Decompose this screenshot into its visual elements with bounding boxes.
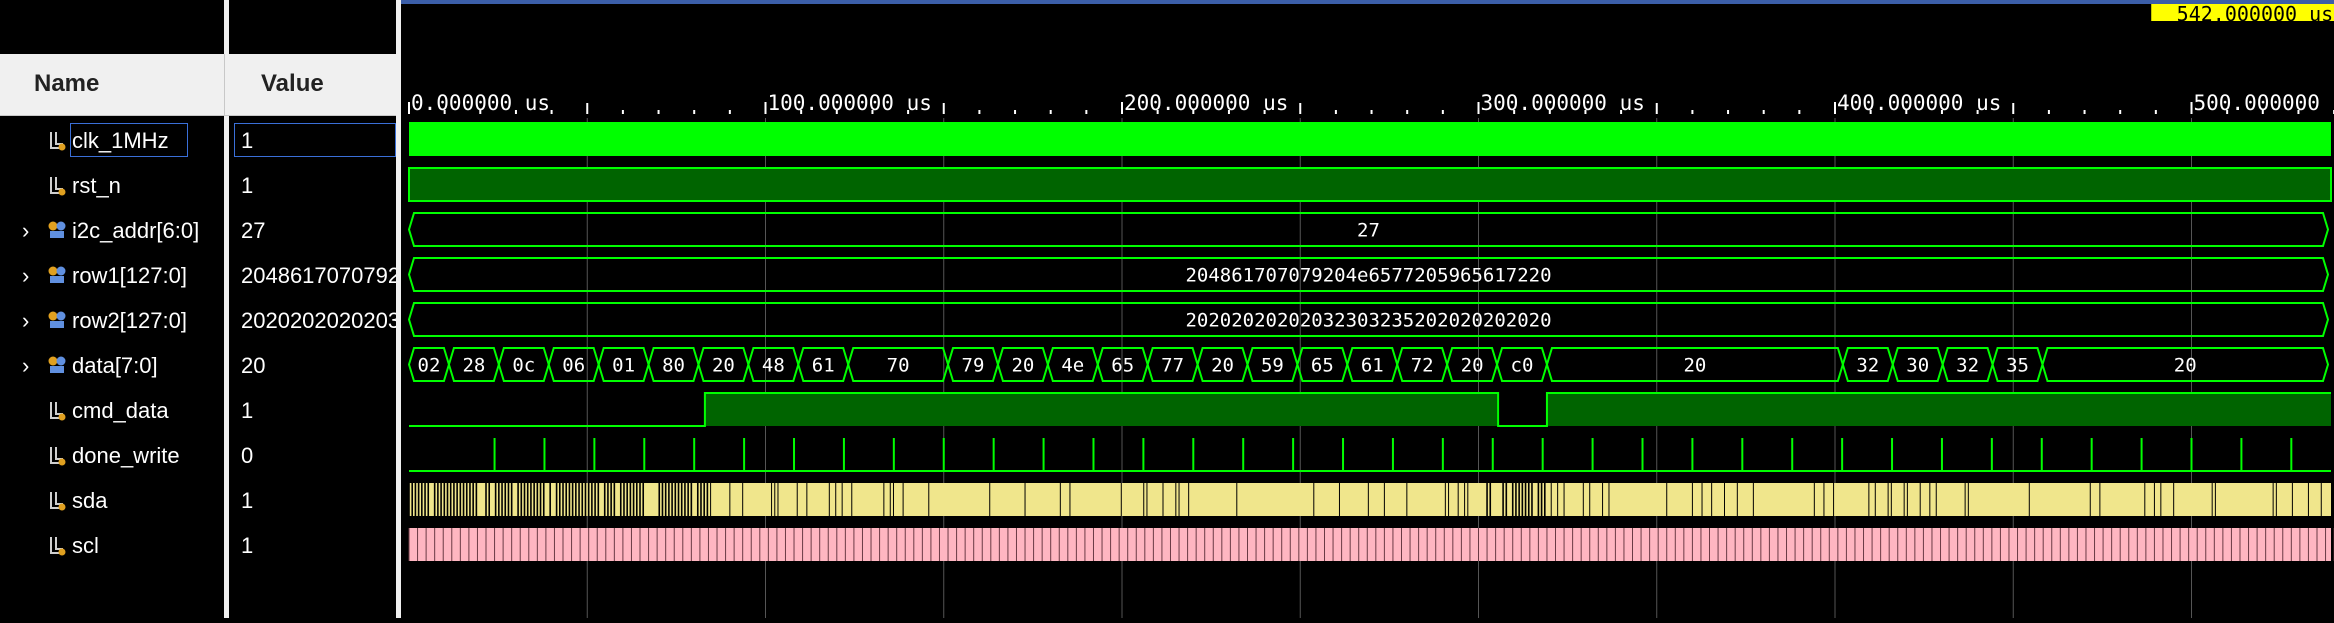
signal-row[interactable]: done_write bbox=[0, 433, 224, 478]
signal-name: scl bbox=[72, 523, 99, 568]
bus-signal-icon bbox=[44, 253, 70, 298]
data-bus-value: 28 bbox=[462, 355, 485, 377]
signal-row[interactable]: scl bbox=[0, 523, 224, 568]
data-bus-value: 70 bbox=[887, 355, 910, 377]
bit-signal-icon bbox=[44, 433, 70, 478]
data-bus-value: 77 bbox=[1161, 355, 1184, 377]
data-bus-value: 35 bbox=[2006, 355, 2029, 377]
column-header: Name Value bbox=[0, 54, 396, 116]
name-header[interactable]: Name bbox=[34, 70, 99, 98]
signal-name: rst_n bbox=[72, 163, 121, 208]
data-bus-value: 4e bbox=[1061, 355, 1084, 377]
i2c-addr-value: 27 bbox=[1357, 220, 1380, 242]
value-header[interactable]: Value bbox=[261, 70, 324, 98]
signal-row[interactable]: cmd_data bbox=[0, 388, 224, 433]
expand-chevron-icon[interactable]: › bbox=[22, 208, 29, 253]
bit-signal-icon bbox=[44, 523, 70, 568]
time-tick-label: 400.000000 us bbox=[1837, 91, 2001, 115]
data-bus-value: 20 bbox=[1683, 355, 1706, 377]
signal-row[interactable]: clk_1MHz bbox=[0, 118, 224, 163]
data-bus-value: 79 bbox=[962, 355, 985, 377]
time-tick-label: 0.000000 us bbox=[411, 91, 550, 115]
signal-row[interactable]: › row2[127:0] bbox=[0, 298, 224, 343]
signal-name: cmd_data bbox=[72, 388, 169, 433]
data-bus-value: 20 bbox=[2174, 355, 2197, 377]
signal-value[interactable]: 1 bbox=[229, 523, 396, 568]
signal-name: sda bbox=[72, 478, 107, 523]
value-selection-outline bbox=[234, 123, 396, 157]
bus-signal-icon bbox=[44, 343, 70, 388]
clk-wave[interactable] bbox=[409, 122, 2331, 156]
data-bus-value: 20 bbox=[712, 355, 735, 377]
signal-value[interactable]: 27 bbox=[229, 208, 396, 253]
signal-value[interactable]: 204861707079204e6577205965617220 bbox=[229, 253, 396, 298]
bit-signal-icon bbox=[44, 118, 70, 163]
expand-chevron-icon[interactable]: › bbox=[22, 253, 29, 298]
signal-name: done_write bbox=[72, 433, 180, 478]
rst-n-wave[interactable] bbox=[409, 168, 2331, 201]
data-bus-value: 20 bbox=[1461, 355, 1484, 377]
signal-value[interactable]: 0 bbox=[229, 433, 396, 478]
signal-row[interactable]: rst_n bbox=[0, 163, 224, 208]
selection-outline bbox=[70, 123, 188, 157]
header-divider[interactable] bbox=[224, 54, 225, 115]
time-tick-label: 200.000000 us bbox=[1124, 91, 1288, 115]
cursor-label: 542.000000 us bbox=[2177, 2, 2334, 26]
data-bus-value: 72 bbox=[1411, 355, 1434, 377]
data-bus-value: 30 bbox=[1906, 355, 1929, 377]
bus-signal-icon bbox=[44, 298, 70, 343]
signal-value[interactable]: 20 bbox=[229, 343, 396, 388]
expand-chevron-icon[interactable]: › bbox=[22, 343, 29, 388]
data-bus-value: 65 bbox=[1111, 355, 1134, 377]
data-bus-value: 61 bbox=[1361, 355, 1384, 377]
signal-value[interactable]: 1 bbox=[229, 478, 396, 523]
signal-value[interactable]: 1 bbox=[229, 163, 396, 208]
data-bus-value: 32 bbox=[1956, 355, 1979, 377]
cmd-data-high[interactable] bbox=[1547, 393, 2331, 426]
bit-signal-icon bbox=[44, 163, 70, 208]
expand-chevron-icon[interactable]: › bbox=[22, 298, 29, 343]
data-bus-value: 02 bbox=[418, 355, 441, 377]
data-bus-value: 59 bbox=[1261, 355, 1284, 377]
data-bus-value: 01 bbox=[612, 355, 635, 377]
signal-name: row2[127:0] bbox=[72, 298, 187, 343]
bit-signal-icon bbox=[44, 478, 70, 523]
waveform-pane[interactable]: 0.000000 us100.000000 us200.000000 us300… bbox=[401, 0, 2334, 618]
signal-row[interactable]: sda bbox=[0, 478, 224, 523]
signal-row[interactable]: › i2c_addr[6:0] bbox=[0, 208, 224, 253]
waveform-canvas[interactable]: 0.000000 us100.000000 us200.000000 us300… bbox=[401, 0, 2334, 618]
bit-signal-icon bbox=[44, 388, 70, 433]
time-tick-label: 300.000000 us bbox=[1481, 91, 1645, 115]
signal-value[interactable]: 20202020202032303235202020202020 bbox=[229, 298, 396, 343]
row1-value: 204861707079204e6577205965617220 bbox=[1185, 265, 1551, 287]
signal-name: row1[127:0] bbox=[72, 253, 187, 298]
data-bus-value: 20 bbox=[1011, 355, 1034, 377]
data-bus-value: 65 bbox=[1311, 355, 1334, 377]
row2-value: 20202020202032303235202020202020 bbox=[1185, 310, 1551, 332]
data-bus-value: 48 bbox=[762, 355, 785, 377]
pane-top-border bbox=[401, 0, 2334, 4]
time-tick-label: 500.000000 us bbox=[2194, 91, 2334, 115]
cmd-data-high[interactable] bbox=[705, 393, 1498, 426]
data-bus-value: 0c bbox=[512, 355, 535, 377]
data-bus-value: 06 bbox=[562, 355, 585, 377]
signal-name: i2c_addr[6:0] bbox=[72, 208, 199, 253]
data-bus-value: 32 bbox=[1856, 355, 1879, 377]
signal-name: data[7:0] bbox=[72, 343, 158, 388]
signal-row[interactable]: › row1[127:0] bbox=[0, 253, 224, 298]
signal-value[interactable]: 1 bbox=[229, 388, 396, 433]
data-bus-value: 80 bbox=[662, 355, 685, 377]
data-bus-value: 61 bbox=[812, 355, 835, 377]
time-tick-label: 100.000000 us bbox=[768, 91, 932, 115]
data-bus-value: c0 bbox=[1511, 355, 1534, 377]
signal-row[interactable]: › data[7:0] bbox=[0, 343, 224, 388]
data-bus-value: 20 bbox=[1211, 355, 1234, 377]
bus-signal-icon bbox=[44, 208, 70, 253]
